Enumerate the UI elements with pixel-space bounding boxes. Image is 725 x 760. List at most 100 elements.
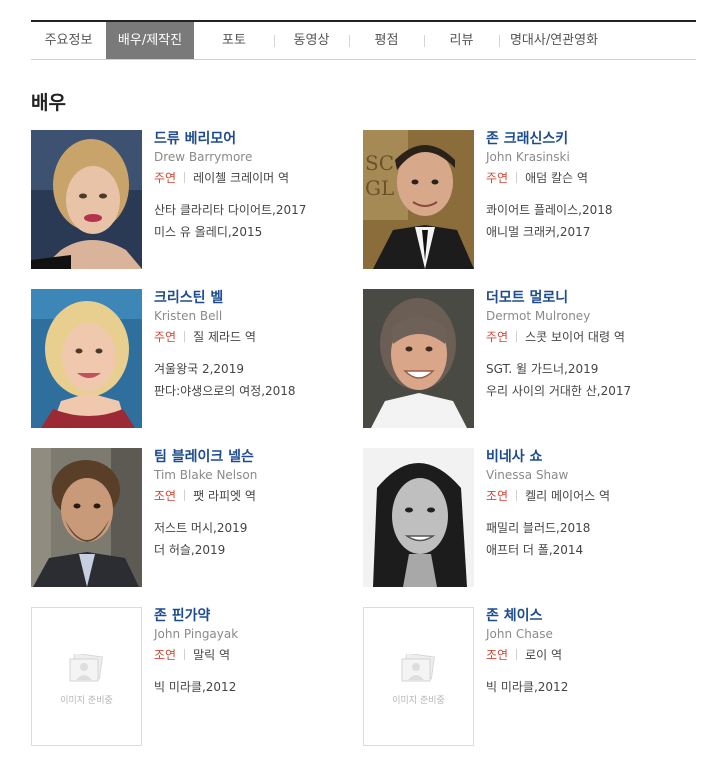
actor-photo[interactable] (31, 289, 142, 428)
actor-name[interactable]: 존 핀가약 (154, 605, 210, 625)
role-row: 주연 스콧 보이어 대령 역 (486, 328, 625, 345)
role-row: 조연 말릭 역 (154, 646, 230, 663)
actor-english-name: Tim Blake Nelson (154, 468, 258, 482)
actor-photo-placeholder[interactable]: 이미지 준비중 (363, 607, 474, 746)
image-placeholder-icon (69, 654, 103, 682)
character-name: 애덤 칼슨 역 (525, 171, 588, 185)
filmography-list: 빅 미라클,2012 (154, 676, 236, 698)
section-title-actors: 배우 (31, 92, 66, 114)
actor-card: SC GL 존 크래신스키 John Krasinski 주연 애덤 칼슨 역 콰… (363, 130, 683, 270)
actor-card: 팀 블레이크 넬슨 Tim Blake Nelson 조연 팻 라피엣 역 저스트… (31, 448, 351, 588)
character-name: 말릭 역 (193, 648, 231, 662)
tab-review[interactable]: 리뷰 (424, 22, 499, 59)
film-link[interactable]: 빅 미라클,2012 (486, 676, 568, 698)
role-type: 주연 (486, 330, 509, 344)
role-type: 조연 (154, 648, 177, 662)
film-link[interactable]: 저스트 머시,2019 (154, 517, 247, 539)
tab-main-info[interactable]: 주요정보 (31, 22, 106, 59)
actor-name[interactable]: 드류 베리모어 (154, 128, 236, 148)
filmography-list: SGT. 윌 가드너,2019 우리 사이의 거대한 산,2017 (486, 358, 631, 402)
film-link[interactable]: 겨울왕국 2,2019 (154, 358, 296, 380)
actor-photo[interactable] (363, 289, 474, 428)
actor-card: 더모트 멀로니 Dermot Mulroney 주연 스콧 보이어 대령 역 SG… (363, 289, 683, 429)
role-row: 주연 질 제라드 역 (154, 328, 256, 345)
actor-name[interactable]: 비네사 쇼 (486, 446, 542, 466)
actor-english-name: Drew Barrymore (154, 150, 253, 164)
actor-card: 드류 베리모어 Drew Barrymore 주연 레이첼 크레이머 역 산타 클… (31, 130, 351, 270)
filmography-list: 겨울왕국 2,2019 판다:야생으로의 여정,2018 (154, 358, 296, 402)
film-link[interactable]: 산타 클라리타 다이어트,2017 (154, 199, 306, 221)
tab-cast-crew[interactable]: 배우/제작진 (106, 22, 194, 59)
role-row: 조연 로이 역 (486, 646, 562, 663)
actor-card: 크리스틴 벨 Kristen Bell 주연 질 제라드 역 겨울왕국 2,201… (31, 289, 351, 429)
filmography-list: 저스트 머시,2019 더 허슬,2019 (154, 517, 247, 561)
role-divider (184, 331, 186, 342)
tab-quotes-related[interactable]: 명대사/연관영화 (499, 22, 609, 59)
role-divider (516, 649, 518, 660)
film-link[interactable]: 우리 사이의 거대한 산,2017 (486, 380, 631, 402)
role-type: 조연 (154, 489, 177, 503)
role-divider (516, 331, 518, 342)
character-name: 질 제라드 역 (193, 330, 256, 344)
actor-english-name: John Pingayak (154, 627, 239, 641)
image-placeholder-icon (401, 654, 435, 682)
actor-name[interactable]: 존 체이스 (486, 605, 542, 625)
film-link[interactable]: SGT. 윌 가드너,2019 (486, 358, 631, 380)
actor-card: 이미지 준비중 존 핀가약 John Pingayak 조연 말릭 역 빅 미라클… (31, 607, 351, 747)
actor-english-name: John Krasinski (486, 150, 570, 164)
role-divider (516, 172, 518, 183)
film-link[interactable]: 빅 미라클,2012 (154, 676, 236, 698)
actor-photo[interactable] (31, 130, 142, 269)
svg-text:SC: SC (365, 151, 394, 175)
actor-photo[interactable] (31, 448, 142, 587)
role-divider (516, 490, 518, 501)
actor-english-name: John Chase (486, 627, 553, 641)
tab-bar: 주요정보 배우/제작진 포토 동영상 평점 리뷰 명대사/연관영화 (31, 20, 696, 60)
character-name: 팻 라피엣 역 (193, 489, 256, 503)
actor-english-name: Vinessa Shaw (486, 468, 569, 482)
role-type: 조연 (486, 489, 509, 503)
character-name: 스콧 보이어 대령 역 (525, 330, 625, 344)
tab-photo[interactable]: 포토 (194, 22, 274, 59)
role-divider (184, 649, 186, 660)
character-name: 로이 역 (525, 648, 563, 662)
tab-rating[interactable]: 평점 (349, 22, 424, 59)
film-link[interactable]: 더 허슬,2019 (154, 539, 247, 561)
role-divider (184, 172, 186, 183)
actor-card: 비네사 쇼 Vinessa Shaw 조연 켈리 메이어스 역 패밀리 블러드,2… (363, 448, 683, 588)
tab-video[interactable]: 동영상 (274, 22, 349, 59)
filmography-list: 패밀리 블러드,2018 애프터 더 폴,2014 (486, 517, 590, 561)
image-placeholder-text: 이미지 준비중 (60, 696, 113, 706)
film-link[interactable]: 애프터 더 폴,2014 (486, 539, 590, 561)
svg-text:GL: GL (365, 176, 394, 200)
actor-name[interactable]: 크리스틴 벨 (154, 287, 223, 307)
filmography-list: 콰이어트 플레이스,2018 애니멀 크래커,2017 (486, 199, 613, 243)
film-link[interactable]: 애니멀 크래커,2017 (486, 221, 613, 243)
actor-name[interactable]: 팀 블레이크 넬슨 (154, 446, 254, 466)
image-placeholder-text: 이미지 준비중 (392, 696, 445, 706)
actor-photo[interactable]: SC GL (363, 130, 474, 269)
actor-card: 이미지 준비중 존 체이스 John Chase 조연 로이 역 빅 미라클,20… (363, 607, 683, 747)
actor-name[interactable]: 더모트 멀로니 (486, 287, 568, 307)
role-row: 조연 켈리 메이어스 역 (486, 487, 610, 504)
actor-english-name: Kristen Bell (154, 309, 223, 323)
film-link[interactable]: 미스 유 올레디,2015 (154, 221, 306, 243)
actor-name[interactable]: 존 크래신스키 (486, 128, 568, 148)
actor-photo[interactable] (363, 448, 474, 587)
filmography-list: 빅 미라클,2012 (486, 676, 568, 698)
actor-english-name: Dermot Mulroney (486, 309, 591, 323)
film-link[interactable]: 판다:야생으로의 여정,2018 (154, 380, 296, 402)
film-link[interactable]: 콰이어트 플레이스,2018 (486, 199, 613, 221)
role-row: 주연 애덤 칼슨 역 (486, 169, 588, 186)
character-name: 레이첼 크레이머 역 (193, 171, 290, 185)
role-divider (184, 490, 186, 501)
actor-photo-placeholder[interactable]: 이미지 준비중 (31, 607, 142, 746)
role-row: 조연 팻 라피엣 역 (154, 487, 256, 504)
film-link[interactable]: 패밀리 블러드,2018 (486, 517, 590, 539)
role-type: 주연 (154, 171, 177, 185)
role-row: 주연 레이첼 크레이머 역 (154, 169, 289, 186)
role-type: 조연 (486, 648, 509, 662)
role-type: 주연 (154, 330, 177, 344)
role-type: 주연 (486, 171, 509, 185)
filmography-list: 산타 클라리타 다이어트,2017 미스 유 올레디,2015 (154, 199, 306, 243)
